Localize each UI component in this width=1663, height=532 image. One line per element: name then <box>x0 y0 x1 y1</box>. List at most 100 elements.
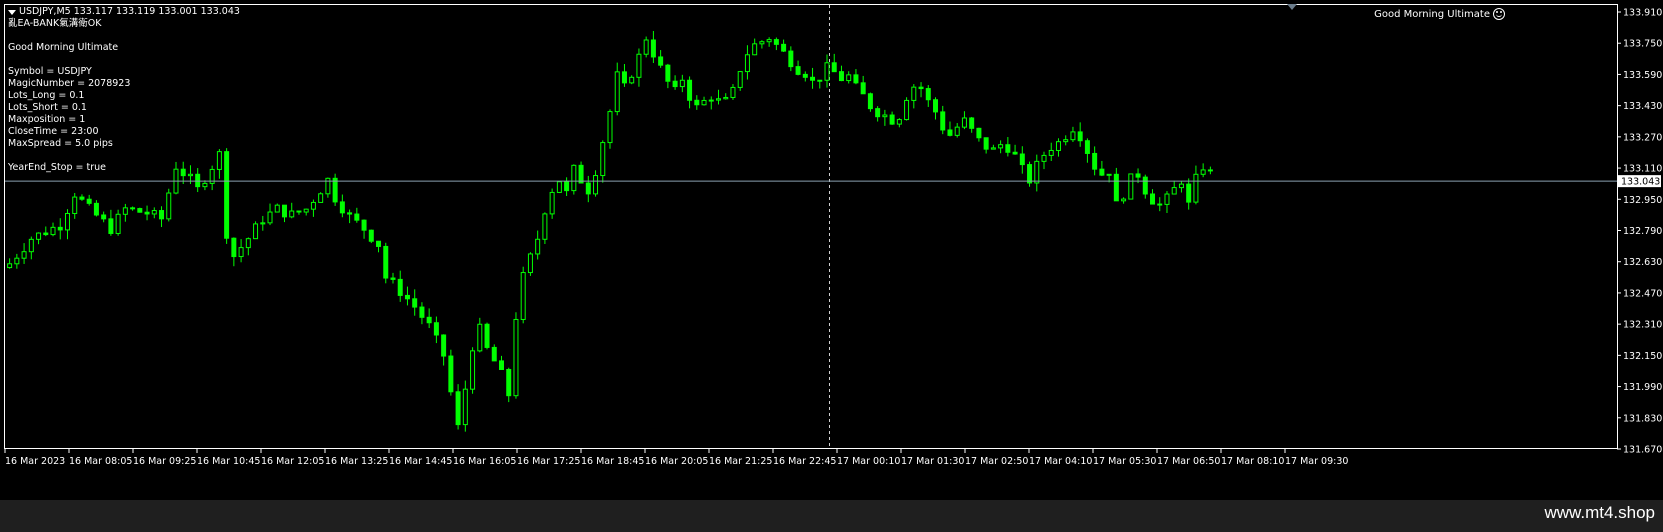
candle-body <box>846 74 852 82</box>
candle-body <box>1121 198 1127 202</box>
candle-body <box>687 79 693 101</box>
candle-body <box>1070 131 1076 141</box>
candle-body <box>976 127 982 139</box>
candle-body <box>368 229 374 242</box>
candle-body <box>556 181 562 193</box>
candle-body <box>1092 152 1098 170</box>
info-line <box>8 150 130 162</box>
candle-body <box>788 50 794 68</box>
candle-body <box>838 71 844 82</box>
ea-name: Good Morning Ultimate <box>1374 8 1490 20</box>
time-tick-label: 16 Mar 12:05 <box>261 456 324 467</box>
candle-body <box>159 210 165 220</box>
candle-body <box>137 208 143 213</box>
candle-body <box>1099 168 1105 176</box>
candle-body <box>506 368 512 397</box>
candle-body <box>629 76 635 84</box>
candle-body <box>737 71 743 88</box>
candle-body <box>1128 173 1134 200</box>
candle-body <box>716 98 722 101</box>
time-tick-label: 16 Mar 22:45 <box>773 456 836 467</box>
chart-menu-triangle-icon[interactable] <box>8 10 16 15</box>
candle-body <box>723 96 729 100</box>
chart-shift-marker-icon[interactable] <box>1287 4 1297 10</box>
candle-body <box>347 212 353 215</box>
candle-body <box>593 175 599 195</box>
candle-body <box>940 111 946 131</box>
candle-body <box>665 64 671 82</box>
candle-body <box>1150 193 1156 205</box>
candle-body <box>238 247 244 258</box>
info-line-symbol: Symbol = USDJPY <box>8 66 92 77</box>
candle-body <box>759 41 765 45</box>
candle-body <box>1005 144 1011 153</box>
time-tick-label: 17 Mar 00:10 <box>837 456 900 467</box>
candle-body <box>708 99 714 102</box>
candle-body <box>93 202 99 216</box>
bottom-band <box>0 500 1663 532</box>
candle-body <box>470 350 476 390</box>
candle-body <box>1055 141 1061 151</box>
expert-advisor-label[interactable]: Good Morning Ultimate <box>1374 8 1505 20</box>
price-tick-label: 133.910 <box>1623 8 1662 19</box>
candle-body <box>607 111 613 144</box>
candle-body <box>513 318 519 397</box>
smiley-icon <box>1493 8 1505 20</box>
candle-body <box>1048 149 1054 156</box>
time-tick-label: 17 Mar 05:30 <box>1093 456 1156 467</box>
chart-window[interactable]: 133.910 133.750 133.590 133.430 133.270 133.1… <box>0 0 1663 500</box>
candle-body <box>614 71 620 113</box>
candle-body <box>108 218 114 234</box>
candle-body <box>397 278 403 296</box>
candle-body <box>1171 187 1177 195</box>
time-tick-label: 17 Mar 06:50 <box>1157 456 1220 467</box>
candle-body <box>527 253 533 274</box>
time-tick-label: 16 Mar 09:25 <box>133 456 196 467</box>
candle-body <box>180 168 186 177</box>
candle-body <box>202 182 208 188</box>
time-tick-label: 16 Mar 14:45 <box>389 456 452 467</box>
candle-body <box>810 76 816 81</box>
candle-body <box>28 238 34 253</box>
candle-body <box>1207 169 1213 172</box>
candle-body <box>969 117 975 129</box>
candle-body <box>911 86 917 101</box>
candle-body <box>1041 154 1047 162</box>
candle-body <box>1142 176 1148 195</box>
candle-body <box>187 173 193 177</box>
candle-body <box>498 360 504 370</box>
candle-body <box>1034 160 1040 184</box>
chart-header: USDJPY,M5 133.117 133.119 133.001 133.04… <box>8 6 240 18</box>
candle-body <box>672 80 678 88</box>
info-line-maxspread: MaxSpread = 5.0 pips <box>8 138 113 149</box>
price-tick-label: 132.630 <box>1623 257 1662 268</box>
candle-body <box>998 144 1004 149</box>
candle-body <box>571 164 577 192</box>
candle-body <box>679 79 685 88</box>
candle-body <box>542 213 548 240</box>
time-tick-label: 17 Mar 02:50 <box>965 456 1028 467</box>
candle-body <box>621 71 627 84</box>
candle-body <box>896 119 902 125</box>
price-tick-label: 132.790 <box>1623 226 1662 237</box>
price-tick-label: 131.670 <box>1623 445 1662 456</box>
candle-body <box>332 177 338 203</box>
candle-body <box>904 99 910 121</box>
time-tick-label: 17 Mar 09:30 <box>1285 456 1348 467</box>
time-tick-label: 16 Mar 20:05 <box>645 456 708 467</box>
info-line-magic-number: MagicNumber = 2078923 <box>8 78 131 89</box>
candle-body <box>289 210 295 218</box>
candle-body <box>484 323 490 348</box>
current-price-label: 133.043 <box>1621 177 1660 188</box>
info-line-lots-short: Lots_Short = 0.1 <box>8 102 87 113</box>
candle-body <box>462 388 468 426</box>
candle-body <box>318 193 324 203</box>
candle-body <box>404 294 410 300</box>
candle-body <box>585 182 591 195</box>
price-chart[interactable]: 133.910 133.750 133.590 133.430 133.270 133.1… <box>0 0 1663 500</box>
candle-body <box>947 129 953 136</box>
candle-body <box>643 39 649 55</box>
candle-body <box>1012 151 1018 155</box>
candle-body <box>918 86 924 90</box>
candle-body <box>1084 140 1090 154</box>
